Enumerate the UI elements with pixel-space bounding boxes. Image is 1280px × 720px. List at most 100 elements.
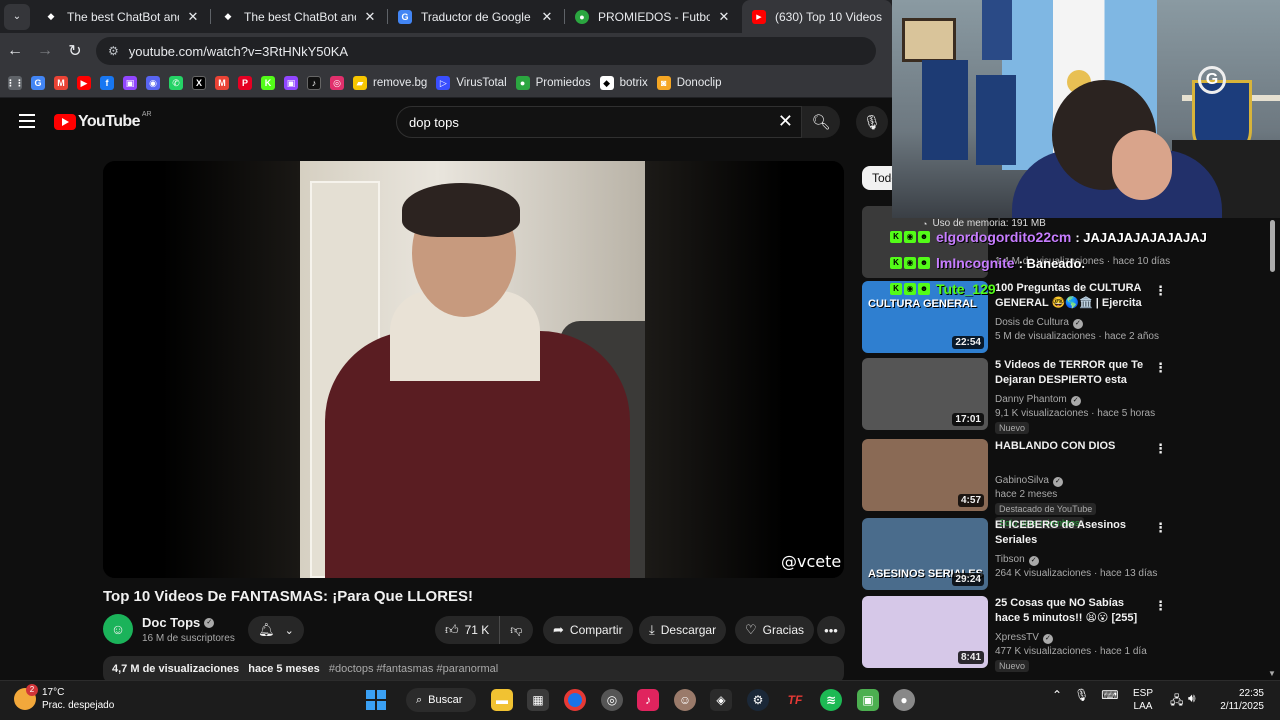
volume-icon[interactable]: 🔊︎: [1188, 691, 1196, 706]
bookmark-item[interactable]: X: [192, 76, 206, 90]
close-icon[interactable]: ✕: [716, 9, 732, 25]
more-vertical-icon[interactable]: ⋮: [1154, 598, 1167, 614]
bookmark-item[interactable]: K: [261, 76, 275, 90]
channel-name[interactable]: GabinoSilva ✓: [995, 475, 1063, 487]
weather-widget[interactable]: 2 17°C Prac. despejado: [14, 684, 114, 712]
forward-arrow-icon[interactable]: →: [30, 42, 60, 60]
bookmark-item[interactable]: G: [31, 76, 45, 90]
recommended-video[interactable]: 8:41 25 Cosas que NO Sabías hace 5 minuto…: [862, 596, 1167, 672]
voice-search-button[interactable]: 🎙︎: [856, 106, 888, 138]
channel-name[interactable]: Doc Tops ✓: [142, 615, 215, 630]
channel-name[interactable]: XpressTV ✓: [995, 632, 1053, 644]
menu-icon[interactable]: [19, 114, 35, 128]
bookmark-item[interactable]: ▷ VirusTotal: [436, 76, 507, 90]
video-thumbnail[interactable]: 17:01: [862, 358, 988, 430]
bookmark-item[interactable]: ▣: [123, 76, 137, 90]
tab-search-chevron-icon[interactable]: ⌄: [4, 3, 30, 30]
epic-games-icon[interactable]: ◈: [710, 689, 732, 711]
search-button[interactable]: 🔍︎: [802, 106, 840, 138]
bookmark-item[interactable]: ◉: [146, 76, 160, 90]
bookmark-item[interactable]: ▰ remove.bg: [353, 76, 427, 90]
spotify-icon[interactable]: ≋: [820, 689, 842, 711]
share-button[interactable]: ➦ Compartir: [543, 616, 633, 644]
scroll-down-arrow-icon[interactable]: ▼: [1268, 669, 1276, 678]
youtube-logo[interactable]: YouTube AR: [54, 111, 152, 131]
like-button[interactable]: 👍︎ 71 K: [435, 616, 501, 644]
microphone-icon[interactable]: 🎙︎: [1074, 688, 1089, 702]
browser-tab[interactable]: ◆ The best ChatBot and Widge ✕: [34, 0, 211, 33]
tf-icon[interactable]: TF: [784, 689, 806, 711]
store-icon[interactable]: ▦: [527, 689, 549, 711]
recommended-video[interactable]: 17:01 5 Videos de TERROR que Te Dejaran D…: [862, 358, 1167, 434]
channel-name[interactable]: Dosis de Cultura ✓: [995, 317, 1083, 329]
video-title[interactable]: 100 Preguntas de CULTURA GENERAL 🤓🌎🏛️ | …: [995, 281, 1145, 311]
chrome-icon[interactable]: [564, 689, 586, 711]
more-vertical-icon[interactable]: ⋮: [1154, 283, 1167, 299]
bookmark-item[interactable]: ◆ botrix: [599, 76, 648, 90]
file-explorer-icon[interactable]: ▬: [491, 689, 513, 711]
search-input[interactable]: dop tops ✕: [396, 106, 802, 138]
bookmark-item[interactable]: P: [238, 76, 252, 90]
browser-tab-active[interactable]: ▶ (630) Top 10 Videos De FANT: [742, 0, 892, 33]
user-avatar-icon[interactable]: ☺: [674, 689, 696, 711]
tiktok-live-icon[interactable]: ♪: [637, 689, 659, 711]
language-indicator[interactable]: ESP LAA: [1133, 687, 1153, 713]
more-vertical-icon[interactable]: ⋮: [1154, 360, 1167, 376]
steam-icon[interactable]: ⚙: [747, 689, 769, 711]
chevron-up-icon[interactable]: ⌃: [1052, 688, 1062, 702]
recommended-video[interactable]: ASESINOS SERIALES 29:24 El ICEBERG de Ases…: [862, 518, 1167, 590]
back-arrow-icon[interactable]: ←: [0, 42, 30, 60]
url-field[interactable]: ⚙ youtube.com/watch?v=3RtHNkY50KA: [96, 37, 876, 65]
video-thumbnail[interactable]: ASESINOS SERIALES 29:24: [862, 518, 988, 590]
app-icon[interactable]: ●: [893, 689, 915, 711]
hashtags[interactable]: #doctops #fantasmas #paranormal: [329, 663, 498, 675]
video-player[interactable]: @vcete: [103, 161, 844, 578]
bookmark-item[interactable]: ▣: [284, 76, 298, 90]
more-vertical-icon[interactable]: ⋮: [1154, 441, 1167, 457]
channel-name[interactable]: Tibson ✓: [995, 554, 1039, 566]
scrollbar[interactable]: ▼: [1268, 218, 1277, 678]
reload-icon[interactable]: ↻: [60, 41, 90, 61]
thanks-button[interactable]: ♡ Gracias: [735, 616, 814, 644]
start-button[interactable]: [366, 690, 386, 710]
bookmark-item[interactable]: ▶: [77, 76, 91, 90]
channel-name[interactable]: Danny Phantom ✓: [995, 394, 1081, 406]
video-thumbnail[interactable]: 4:57: [862, 439, 988, 511]
site-info-icon[interactable]: ⚙: [108, 44, 119, 58]
minecraft-icon[interactable]: ▣: [857, 689, 879, 711]
bookmark-item[interactable]: M: [215, 76, 229, 90]
taskbar-search[interactable]: ⌕ Buscar: [406, 688, 476, 712]
download-button[interactable]: ⤓ Descargar: [639, 616, 727, 644]
video-title[interactable]: El ICEBERG de Asesinos Seriales: [995, 518, 1145, 548]
bookmark-item[interactable]: ✆: [169, 76, 183, 90]
bookmark-item[interactable]: M: [54, 76, 68, 90]
recommended-video[interactable]: 4:57 HABLANDO CON DIOS GabinoSilva ✓ hace 2 …: [862, 439, 1167, 529]
notification-bell-button[interactable]: 🔔︎ ⌄: [248, 616, 304, 644]
bookmark-item[interactable]: ◙ Donoclip: [656, 76, 721, 90]
bookmark-item[interactable]: ⋮⋮: [6, 76, 24, 90]
close-icon[interactable]: ✕: [185, 9, 201, 25]
more-actions-button[interactable]: •••: [817, 616, 845, 644]
close-icon[interactable]: ✕: [539, 9, 555, 25]
video-title[interactable]: HABLANDO CON DIOS: [995, 439, 1145, 454]
video-title[interactable]: 25 Cosas que NO Sabías hace 5 minutos!! …: [995, 596, 1145, 626]
scrollbar-thumb[interactable]: [1270, 220, 1275, 272]
bookmark-item[interactable]: ◎: [330, 76, 344, 90]
browser-tab[interactable]: ● PROMIEDOS - Futbol Argen ✕: [565, 0, 742, 33]
bookmark-item[interactable]: ♪: [307, 76, 321, 90]
obs-icon[interactable]: ◎: [601, 689, 623, 711]
clock[interactable]: 22:35 2/11/2025: [1208, 687, 1264, 713]
dislike-button[interactable]: 👎︎: [500, 623, 532, 638]
filter-chip-all[interactable]: Todo: [862, 166, 892, 190]
channel-avatar[interactable]: ☺: [103, 614, 133, 644]
network-icon[interactable]: 🖧: [1170, 691, 1183, 712]
video-title[interactable]: 5 Videos de TERROR que Te Dejaran DESPIE…: [995, 358, 1145, 388]
close-icon[interactable]: ✕: [362, 9, 378, 25]
clear-search-icon[interactable]: ✕: [778, 111, 793, 132]
bookmark-item[interactable]: f: [100, 76, 114, 90]
browser-tab[interactable]: G Traductor de Google ✕: [388, 0, 565, 33]
more-vertical-icon[interactable]: ⋮: [1154, 520, 1167, 536]
video-thumbnail[interactable]: 8:41: [862, 596, 988, 668]
keyboard-icon[interactable]: ⌨: [1101, 688, 1118, 702]
bookmark-item[interactable]: ● Promiedos: [515, 76, 591, 90]
